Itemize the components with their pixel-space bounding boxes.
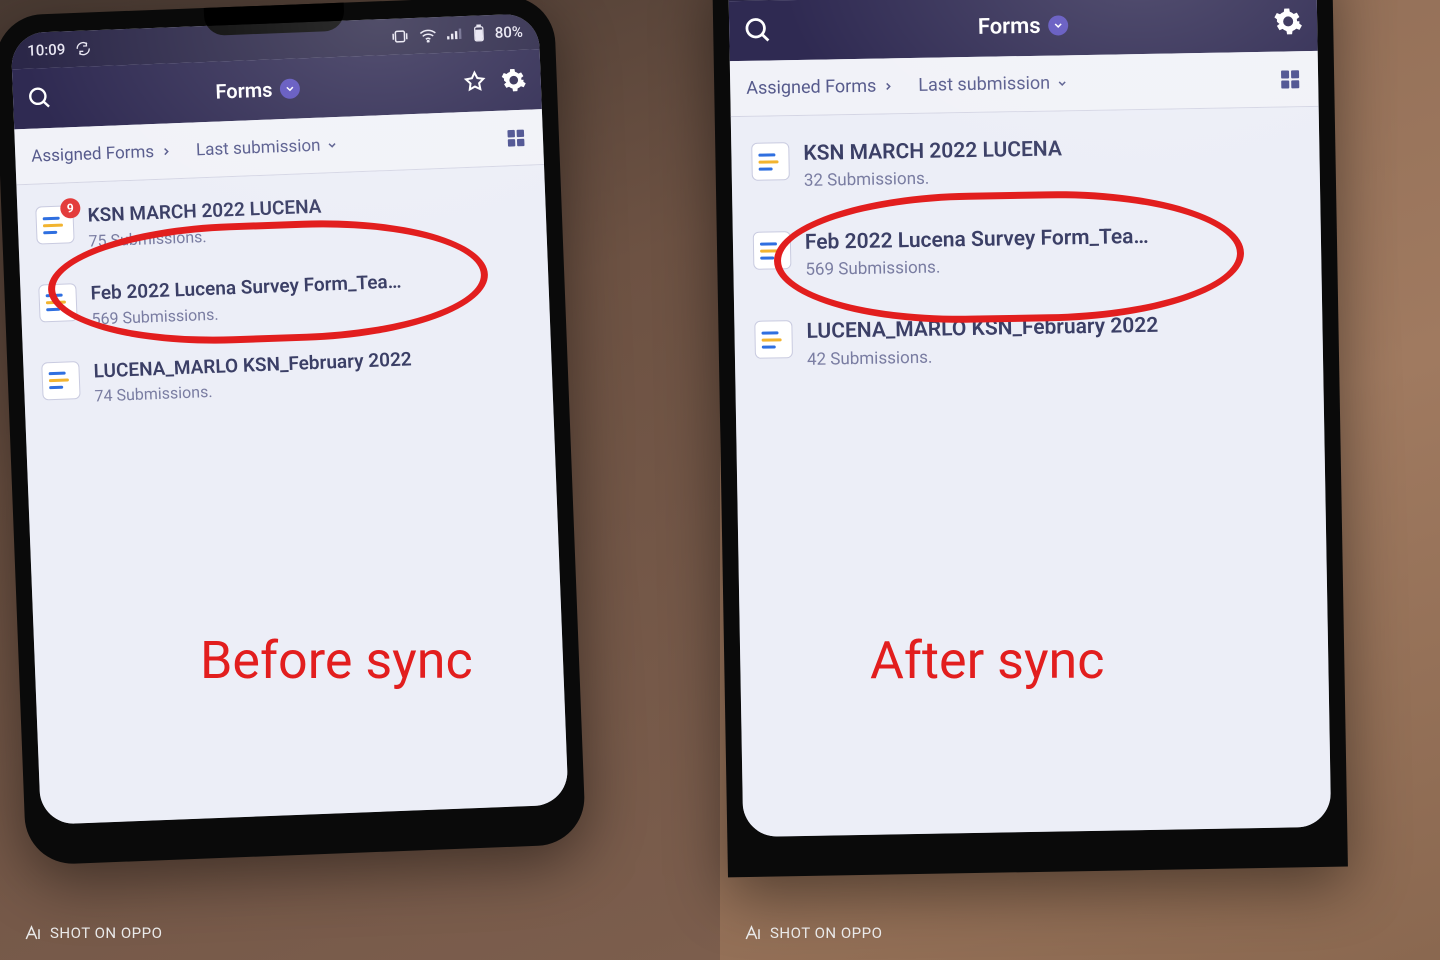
- list-item[interactable]: LUCENA_MARLO KSN_February 2022 42 Submis…: [734, 291, 1323, 390]
- chevron-right-icon: [882, 80, 894, 92]
- watermark-text: SHOT ON OPPO: [770, 924, 882, 942]
- page-title: Forms: [215, 77, 273, 103]
- sync-icon: [75, 40, 92, 57]
- filter-bar: Assigned Forms Last submission: [730, 51, 1319, 117]
- form-icon: 9: [35, 205, 74, 244]
- title-dropdown-icon[interactable]: [280, 78, 301, 99]
- folder-filter[interactable]: Assigned Forms: [31, 141, 173, 166]
- chevron-down-icon: [326, 138, 338, 150]
- before-panel: 10:09: [0, 0, 720, 960]
- gear-icon[interactable]: [1273, 6, 1304, 37]
- form-icon: [38, 283, 77, 322]
- unsynced-badge: 9: [60, 198, 81, 219]
- camera-watermark: SHOT ON OPPO: [744, 924, 882, 942]
- forms-list: 9 KSN MARCH 2022 LUCENA 75 Submissions.: [16, 165, 568, 825]
- ai-logo-icon: [744, 924, 762, 942]
- title-dropdown-icon[interactable]: [1048, 15, 1068, 35]
- search-icon[interactable]: [743, 15, 774, 46]
- form-icon: [753, 231, 792, 270]
- folder-filter[interactable]: Assigned Forms: [746, 75, 894, 99]
- forms-list: KSN MARCH 2022 LUCENA 32 Submissions. Fe…: [731, 107, 1331, 837]
- grid-view-icon[interactable]: [1278, 67, 1302, 91]
- chevron-right-icon: [160, 145, 172, 157]
- watermark-text: SHOT ON OPPO: [50, 924, 162, 942]
- grid-view-icon[interactable]: [505, 126, 528, 149]
- battery-icon: [472, 24, 485, 42]
- signal-icon: [447, 27, 464, 42]
- search-icon[interactable]: [27, 85, 54, 112]
- form-icon: [41, 361, 80, 400]
- folder-filter-label: Assigned Forms: [746, 76, 876, 99]
- form-title: KSN MARCH 2022 LUCENA: [803, 137, 1062, 167]
- phone-frame-left: 10:09: [0, 0, 586, 865]
- list-item[interactable]: KSN MARCH 2022 LUCENA 32 Submissions.: [731, 113, 1320, 212]
- star-icon[interactable]: [462, 69, 487, 94]
- form-icon: [751, 142, 790, 181]
- form-title: KSN MARCH 2022 LUCENA: [87, 196, 322, 228]
- phone-frame-right: 10.10: [712, 0, 1348, 877]
- vibrate-icon: [391, 29, 410, 44]
- sort-filter[interactable]: Last submission: [918, 72, 1068, 96]
- wifi-icon: [419, 28, 438, 43]
- form-subtitle: 75 Submissions.: [88, 222, 322, 250]
- ai-logo-icon: [24, 924, 42, 942]
- folder-filter-label: Assigned Forms: [31, 142, 155, 167]
- sort-filter-label: Last submission: [918, 73, 1050, 96]
- form-subtitle: 32 Submissions.: [804, 167, 1063, 192]
- form-title: Feb 2022 Lucena Survey Form_Tea…: [805, 225, 1149, 256]
- phone-notch: [204, 3, 345, 36]
- form-subtitle: 42 Submissions.: [807, 343, 1159, 369]
- form-title: LUCENA_MARLO KSN_February 2022: [806, 314, 1158, 345]
- status-time: 10:09: [27, 40, 66, 59]
- chevron-down-icon: [1056, 77, 1068, 89]
- form-icon: [754, 321, 793, 360]
- sort-filter[interactable]: Last submission: [196, 134, 339, 159]
- camera-watermark: SHOT ON OPPO: [24, 924, 162, 942]
- list-item[interactable]: Feb 2022 Lucena Survey Form_Tea… 569 Sub…: [732, 202, 1321, 301]
- sort-filter-label: Last submission: [196, 135, 321, 160]
- gear-icon[interactable]: [500, 67, 527, 94]
- status-battery: 80%: [494, 23, 523, 42]
- page-title: Forms: [978, 13, 1041, 39]
- after-panel: 10.10: [720, 0, 1440, 960]
- form-subtitle: 569 Submissions.: [805, 254, 1149, 280]
